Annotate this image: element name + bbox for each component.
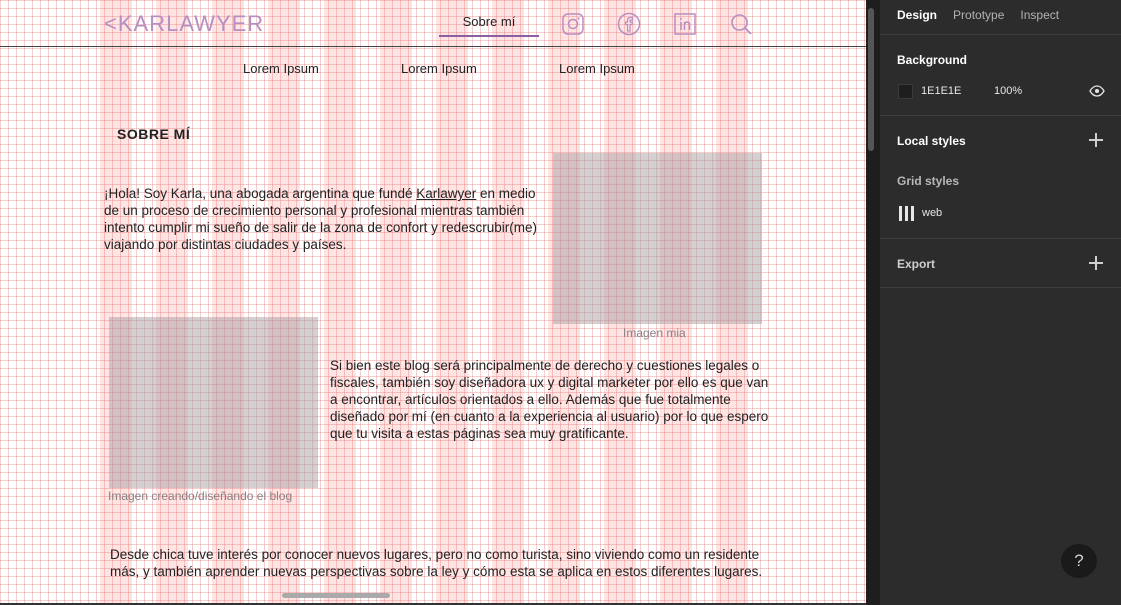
divider — [880, 287, 1121, 288]
plus-icon[interactable] — [1089, 133, 1103, 147]
vertical-scrollbar[interactable] — [868, 8, 874, 151]
travel-paragraph: Desde chica tuve interés por conocer nue… — [110, 547, 763, 579]
intro-text-prefix: ¡Hola! Soy Karla, una abogada argentina … — [104, 186, 417, 201]
design-canvas[interactable]: <KARLAWYER Sobre mí Lorem Ipsum Lorem Ip… — [0, 0, 866, 605]
plus-icon[interactable] — [1089, 256, 1103, 270]
background-opacity-value[interactable]: 100% — [994, 85, 1022, 97]
tab-prototype[interactable]: Prototype — [953, 8, 1004, 22]
nav-active-underline — [439, 35, 539, 37]
grid-column — [268, 0, 300, 605]
grid-column — [212, 0, 244, 605]
search-icon[interactable] — [729, 12, 753, 36]
image-placeholder-blog — [109, 317, 318, 488]
horizontal-scrollbar[interactable] — [282, 593, 390, 598]
background-color-swatch[interactable] — [898, 84, 913, 99]
grid-column — [100, 0, 132, 605]
image-caption-blog: Imagen creando/diseñando el blog — [108, 489, 293, 503]
properties-panel: Design Prototype Inspect Background 1E1E… — [880, 0, 1121, 605]
eye-icon[interactable] — [1089, 84, 1105, 98]
background-section-title: Background — [897, 53, 968, 67]
help-button[interactable]: ? — [1061, 544, 1097, 578]
karlawyer-link[interactable]: Karlawyer — [416, 186, 476, 201]
grid-style-web[interactable]: web — [922, 207, 942, 219]
grid-styles-title: Grid styles — [897, 174, 960, 188]
nav-link-sobre-mi[interactable]: Sobre mí — [440, 14, 538, 29]
grid-column — [324, 0, 356, 605]
submenu-item-2[interactable]: Lorem Ipsum — [401, 61, 477, 76]
tab-design[interactable]: Design — [897, 8, 937, 22]
image-caption-profile: Imagen mia — [623, 326, 686, 340]
submenu-item-1[interactable]: Lorem Ipsum — [243, 61, 319, 76]
section-heading: SOBRE MÍ — [117, 126, 191, 142]
grid-column — [436, 0, 468, 605]
intro-paragraph: ¡Hola! Soy Karla, una abogada argentina … — [104, 185, 540, 253]
divider — [880, 238, 1121, 239]
grid-icon — [899, 206, 915, 221]
blog-paragraph: Si bien este blog será principalmente de… — [330, 358, 769, 441]
image-placeholder-profile — [553, 153, 762, 324]
tab-inspect[interactable]: Inspect — [1020, 8, 1059, 22]
grid-column — [156, 0, 188, 605]
divider — [880, 115, 1121, 116]
panel-tabs: Design Prototype Inspect — [897, 8, 1075, 22]
local-styles-title: Local styles — [897, 134, 966, 148]
grid-column — [380, 0, 412, 605]
instagram-icon[interactable] — [561, 12, 585, 36]
facebook-icon[interactable] — [617, 12, 641, 36]
site-navbar: <KARLAWYER Sobre mí — [0, 0, 866, 47]
grid-column — [492, 0, 524, 605]
site-logo[interactable]: <KARLAWYER — [104, 11, 264, 37]
submenu-item-3[interactable]: Lorem Ipsum — [559, 61, 635, 76]
linkedin-icon[interactable] — [673, 12, 697, 36]
divider — [880, 34, 1121, 35]
export-section-title: Export — [897, 257, 936, 271]
background-hex-value[interactable]: 1E1E1E — [921, 85, 961, 97]
